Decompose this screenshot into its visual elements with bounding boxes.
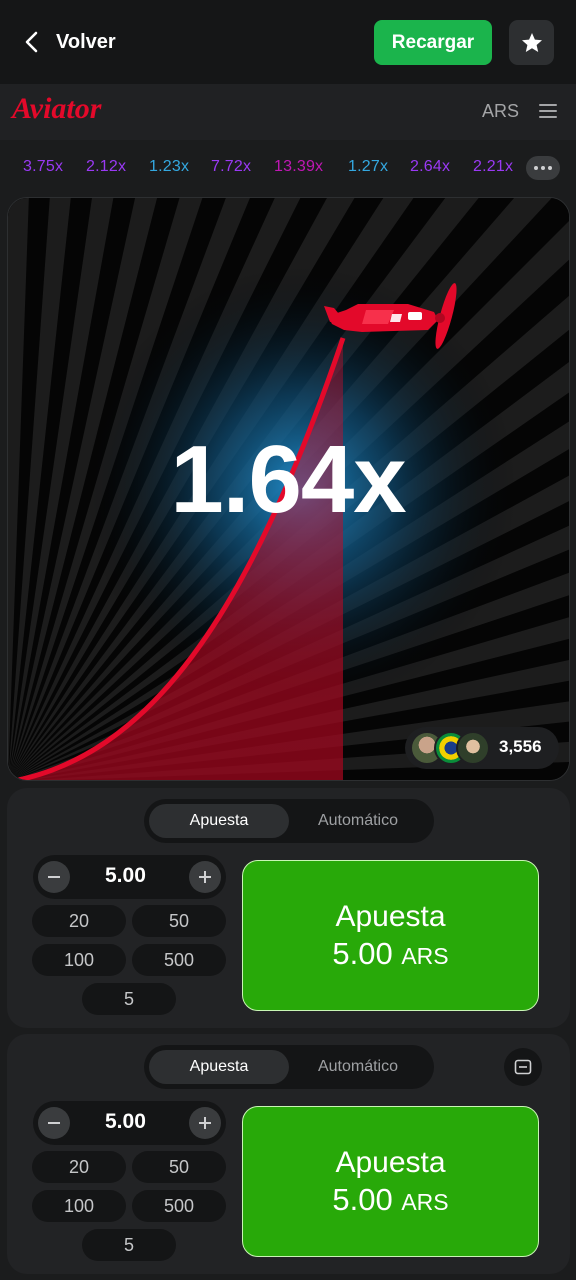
- back-label: Volver: [56, 30, 116, 53]
- minus-icon: [48, 1122, 60, 1124]
- star-icon: [521, 32, 542, 52]
- current-multiplier: 1.64x: [170, 426, 406, 533]
- history-item[interactable]: 2.12x: [86, 158, 126, 176]
- quick-amount-button[interactable]: 20: [32, 905, 126, 937]
- players-count: 3,556: [499, 737, 542, 756]
- bet-button-amount: 5.00 ARS: [332, 1181, 449, 1217]
- quick-amount-button[interactable]: 100: [32, 1190, 126, 1222]
- tab-apuesta[interactable]: Apuesta: [149, 804, 289, 838]
- currency-label: ARS: [482, 101, 520, 121]
- quick-amount-button[interactable]: 100: [32, 944, 126, 976]
- back-button[interactable]: Volver: [22, 22, 116, 62]
- favorite-button[interactable]: [509, 20, 554, 65]
- history-item[interactable]: 2.21x: [473, 158, 517, 176]
- plus-icon: [199, 871, 211, 883]
- aviator-logo: Aviator: [12, 92, 102, 125]
- recargar-button[interactable]: Recargar: [374, 20, 492, 65]
- decrease-button[interactable]: [38, 1107, 70, 1139]
- bet-button-label: Apuesta: [335, 899, 446, 933]
- place-bet-button[interactable]: Apuesta 5.00 ARS: [242, 860, 539, 1011]
- quick-amount-button[interactable]: 500: [132, 944, 226, 976]
- increase-button[interactable]: [189, 861, 221, 893]
- place-bet-button[interactable]: Apuesta 5.00 ARS: [242, 1106, 539, 1257]
- menu-icon[interactable]: [539, 104, 557, 118]
- increase-button[interactable]: [189, 1107, 221, 1139]
- chevron-left-icon: [25, 31, 38, 53]
- tab-automatico[interactable]: Automático: [288, 1050, 428, 1084]
- quick-amount-button[interactable]: 20: [32, 1151, 126, 1183]
- bet-button-amount: 5.00 ARS: [332, 935, 449, 971]
- tab-apuesta[interactable]: Apuesta: [149, 1050, 289, 1084]
- history-item[interactable]: 1.23x: [149, 158, 189, 176]
- history-item[interactable]: 1.27x: [348, 158, 388, 176]
- history-item[interactable]: 13.39x: [274, 158, 323, 176]
- history-item[interactable]: 7.72x: [211, 158, 251, 176]
- minus-square-icon: [514, 1059, 532, 1075]
- quick-amount-button[interactable]: 50: [132, 1151, 226, 1183]
- history-item[interactable]: 2.64x: [410, 158, 450, 176]
- quick-amount-button[interactable]: 5: [82, 1229, 176, 1261]
- decrease-button[interactable]: [38, 861, 70, 893]
- quick-amount-button[interactable]: 500: [132, 1190, 226, 1222]
- more-history-button[interactable]: [526, 156, 560, 180]
- history-item[interactable]: 3.75x: [23, 158, 63, 176]
- avatar: [456, 731, 490, 765]
- bet-button-label: Apuesta: [335, 1145, 446, 1179]
- minus-icon: [48, 876, 60, 878]
- tab-automatico[interactable]: Automático: [288, 804, 428, 838]
- plus-icon: [199, 1117, 211, 1129]
- quick-amount-button[interactable]: 50: [132, 905, 226, 937]
- remove-panel-button[interactable]: [504, 1048, 542, 1086]
- quick-amount-button[interactable]: 5: [82, 983, 176, 1015]
